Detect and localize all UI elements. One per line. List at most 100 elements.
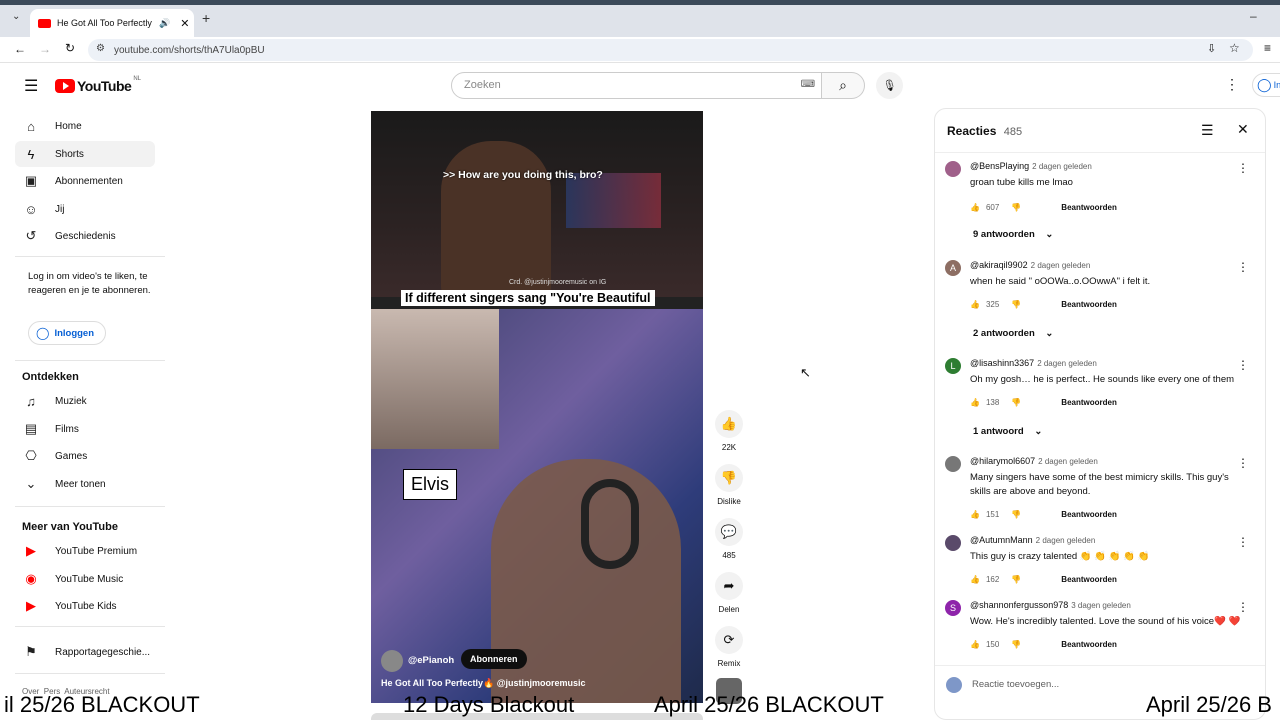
share-action[interactable]: ➦ Delen [711, 572, 747, 614]
reply-button[interactable]: Beantwoorden [1061, 510, 1117, 519]
view-replies-button[interactable]: 1 antwoord ⌄ [973, 426, 1042, 437]
remix-icon[interactable]: ⟳ [715, 626, 743, 654]
tab-list-chevron-icon[interactable]: ⌄ [12, 11, 20, 22]
voice-search-button[interactable]: 🎙 [876, 72, 903, 99]
comment-user[interactable]: @lisashinn3367 [970, 358, 1034, 368]
reply-button[interactable]: Beantwoorden [1061, 300, 1117, 309]
video-title[interactable]: He Got All Too Perfectly🔥 @justinjmoorem… [381, 678, 586, 689]
comment-time[interactable]: 2 dagen geleden [1036, 536, 1096, 545]
like-icon[interactable]: 👍 [970, 510, 980, 519]
install-app-icon[interactable]: ⇩ [1207, 42, 1216, 55]
like-icon[interactable]: 👍 [970, 398, 980, 407]
more-options-icon[interactable]: ⋮ [1237, 260, 1249, 274]
more-options-icon[interactable]: ⋮ [1237, 456, 1249, 470]
dislike-icon[interactable]: 👎 [1011, 300, 1021, 309]
dislike-icon[interactable]: 👎 [715, 464, 743, 492]
sort-icon[interactable]: ☰ [1201, 122, 1214, 139]
more-options-icon[interactable]: ⋮ [1237, 358, 1249, 372]
comment-user[interactable]: @shannonfergusson978 [970, 600, 1068, 610]
reply-button[interactable]: Beantwoorden [1061, 203, 1117, 212]
share-icon[interactable]: ➦ [715, 572, 743, 600]
comment-user[interactable]: @hilarymol6607 [970, 456, 1035, 466]
close-icon[interactable]: ✕ [1237, 121, 1249, 138]
sidebar-item-shorts[interactable]: ϟ Shorts [15, 141, 155, 167]
more-options-icon[interactable]: ⋮ [1237, 600, 1249, 614]
search-button[interactable]: ⌕ [821, 72, 865, 99]
dislike-icon[interactable]: 👎 [1011, 203, 1021, 212]
like-action[interactable]: 👍 22K [711, 410, 747, 452]
search-input[interactable]: Zoeken [464, 79, 501, 91]
sidebar-item-music[interactable]: ♫ Muziek [15, 388, 155, 414]
menu-icon[interactable]: ☰ [24, 76, 38, 96]
comment-time[interactable]: 2 dagen geleden [1037, 359, 1097, 368]
dislike-icon[interactable]: 👎 [1011, 398, 1021, 407]
sidebar-item-show-more[interactable]: ⌄ Meer tonen [15, 471, 155, 497]
comment-icon[interactable]: 💬 [715, 518, 743, 546]
youtube-logo[interactable]: YouTube NL [55, 76, 141, 94]
sidebar-item-yt-kids[interactable]: ▶ YouTube Kids [15, 593, 155, 619]
side-panel-icon[interactable]: ≡ [1264, 41, 1271, 55]
browser-tab[interactable]: He Got All Too Perfectly🔥 🔊 ✕ [30, 9, 194, 38]
comment-user[interactable]: @BensPlaying [970, 161, 1029, 171]
comment-user[interactable]: @AutumnMann [970, 535, 1033, 545]
avatar[interactable]: A [945, 260, 961, 276]
settings-dots-icon[interactable]: ⋮ [1225, 76, 1239, 93]
new-tab-icon[interactable]: + [202, 10, 210, 26]
comment-time[interactable]: 3 dagen geleden [1071, 601, 1131, 610]
sidebar-signin-button[interactable]: ◯ Inloggen [28, 321, 106, 345]
search-box[interactable]: Zoeken ⌨ [451, 72, 822, 99]
dislike-icon[interactable]: 👎 [1011, 510, 1021, 519]
sidebar-item-subscriptions[interactable]: ▣ Abonnementen [15, 168, 155, 194]
minimize-icon[interactable]: – [1250, 9, 1257, 23]
url-field[interactable]: ⚙ youtube.com/shorts/thA7Ula0pBU [88, 39, 1253, 61]
avatar[interactable]: S [945, 600, 961, 616]
comment-time[interactable]: 2 dagen geleden [1038, 457, 1098, 466]
avatar[interactable] [945, 456, 961, 472]
view-replies-button[interactable]: 9 antwoorden ⌄ [973, 229, 1053, 240]
sidebar-item-you[interactable]: ☺ Jij [15, 196, 155, 222]
bookmark-star-icon[interactable]: ☆ [1229, 41, 1240, 55]
forward-icon[interactable]: → [39, 42, 51, 56]
sidebar-item-yt-music[interactable]: ◉ YouTube Music [15, 566, 155, 592]
avatar[interactable] [945, 535, 961, 551]
back-icon[interactable]: ← [14, 42, 26, 56]
like-icon[interactable]: 👍 [970, 203, 980, 212]
sidebar-item-games[interactable]: ⎔ Games [15, 443, 155, 469]
sidebar-item-home[interactable]: ⌂ Home [15, 113, 155, 139]
dislike-icon[interactable]: 👎 [1011, 640, 1021, 649]
sidebar-item-films[interactable]: ▤ Films [15, 416, 155, 442]
view-replies-button[interactable]: 2 antwoorden ⌄ [973, 328, 1053, 339]
speaker-icon[interactable]: 🔊 [159, 18, 170, 29]
like-icon[interactable]: 👍 [970, 575, 980, 584]
reply-button[interactable]: Beantwoorden [1061, 640, 1117, 649]
like-icon[interactable]: 👍 [970, 300, 980, 309]
video-channel-avatar[interactable] [381, 650, 403, 672]
dislike-action[interactable]: 👎 Dislike [711, 464, 747, 506]
dislike-icon[interactable]: 👎 [1011, 575, 1021, 584]
site-info-icon[interactable]: ⚙ [96, 43, 105, 54]
reload-icon[interactable]: ↻ [65, 41, 75, 55]
video-channel-name[interactable]: @ePianoh [408, 655, 454, 666]
avatar[interactable] [945, 161, 961, 177]
shorts-video-player[interactable]: >> How are you doing this, bro? Crd. @ju… [371, 111, 703, 703]
keyboard-icon[interactable]: ⌨ [801, 79, 815, 90]
subscribe-button[interactable]: Abonneren [461, 649, 527, 669]
comment-action[interactable]: 💬 485 [711, 518, 747, 560]
comment-time[interactable]: 2 dagen geleden [1032, 162, 1092, 171]
like-icon[interactable]: 👍 [715, 410, 743, 438]
sidebar-item-history[interactable]: ↺ Geschiedenis [15, 223, 155, 249]
sidebar-item-report-history[interactable]: ⚑ Rapportagegeschie... [15, 639, 155, 665]
like-icon[interactable]: 👍 [970, 640, 980, 649]
reply-button[interactable]: Beantwoorden [1061, 575, 1117, 584]
sidebar-item-yt-premium[interactable]: ▶ YouTube Premium [15, 538, 155, 564]
more-options-icon[interactable]: ⋮ [1237, 535, 1249, 549]
tab-close-icon[interactable]: ✕ [180, 17, 189, 30]
comment-user[interactable]: @akiraqil9902 [970, 260, 1028, 270]
remix-action[interactable]: ⟳ Remix [711, 626, 747, 668]
reply-button[interactable]: Beantwoorden [1061, 398, 1117, 407]
avatar[interactable]: L [945, 358, 961, 374]
signin-button[interactable]: ◯ In [1252, 73, 1280, 97]
more-options-icon[interactable]: ⋮ [1237, 161, 1249, 175]
comment-time[interactable]: 2 dagen geleden [1031, 261, 1091, 270]
add-comment-input[interactable]: Reactie toevoegen... [972, 679, 1059, 690]
